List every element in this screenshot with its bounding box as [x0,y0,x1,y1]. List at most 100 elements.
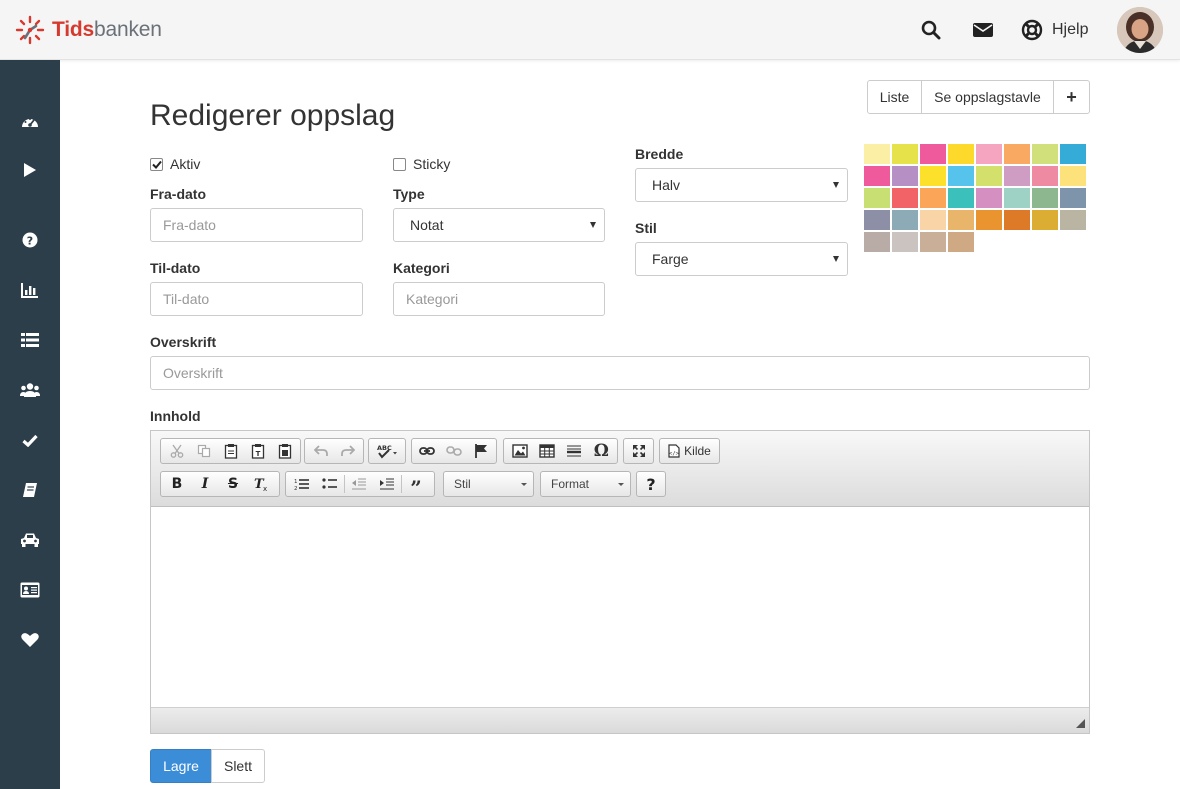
indent-icon[interactable] [373,472,401,496]
about-icon[interactable]: ? [639,472,663,496]
color-swatch[interactable] [864,232,890,252]
mail-icon[interactable] [972,19,994,41]
horizontal-rule-icon[interactable] [561,439,588,463]
color-swatch[interactable] [892,166,918,186]
editor-content-area[interactable] [151,507,1089,707]
search-icon[interactable] [920,19,942,41]
color-swatch[interactable] [920,166,946,186]
color-swatch[interactable] [1004,166,1030,186]
blockquote-icon[interactable]: ” [402,472,430,498]
color-swatch[interactable] [976,210,1002,230]
color-swatch[interactable] [1060,166,1086,186]
numbered-list-icon[interactable]: 12 [288,472,316,496]
undo-icon[interactable] [307,439,334,463]
resize-handle-icon[interactable] [1076,719,1085,728]
type-select[interactable]: Notat [393,208,605,242]
color-swatch[interactable] [864,188,890,208]
user-avatar[interactable] [1117,7,1163,53]
color-swatch[interactable] [892,188,918,208]
delete-button[interactable]: Slett [211,749,265,783]
color-swatch[interactable] [1032,188,1058,208]
color-swatch[interactable] [864,144,890,164]
color-swatch[interactable] [1004,188,1030,208]
color-swatch[interactable] [1060,144,1086,164]
from-date-input[interactable] [150,208,363,242]
unlink-icon[interactable] [441,439,468,463]
sidebar-item-reports[interactable] [0,273,60,307]
save-button[interactable]: Lagre [150,749,212,783]
spellcheck-icon[interactable]: ABC [371,439,403,463]
paste-text-icon[interactable]: T [244,439,271,463]
link-icon[interactable] [414,439,441,463]
color-swatch[interactable] [948,232,974,252]
color-swatch[interactable] [948,210,974,230]
italic-icon[interactable]: I [191,472,219,496]
color-swatch[interactable] [976,166,1002,186]
sidebar-item-favorites[interactable] [0,623,60,657]
paste-icon[interactable] [217,439,244,463]
sidebar-item-dashboard[interactable] [0,105,60,139]
format-combo[interactable]: Format [540,471,631,497]
color-swatch[interactable] [864,210,890,230]
color-swatch[interactable] [1032,166,1058,186]
active-checkbox-box[interactable] [150,157,163,171]
color-swatch[interactable] [1004,210,1030,230]
copy-icon[interactable] [190,439,217,463]
color-swatch[interactable] [920,232,946,252]
style-select[interactable]: Farge [635,242,848,276]
table-icon[interactable] [533,439,560,463]
color-swatch[interactable] [864,166,890,186]
color-swatch[interactable] [892,210,918,230]
color-swatch[interactable] [976,144,1002,164]
to-date-input[interactable] [150,282,363,316]
color-swatch[interactable] [892,232,918,252]
sidebar-item-users[interactable] [0,373,60,407]
style-combo[interactable]: Stil [443,471,534,497]
special-char-icon[interactable]: Ω [588,439,615,463]
sticky-checkbox[interactable]: Sticky [393,156,450,172]
sidebar-item-start[interactable] [0,153,60,187]
color-swatch[interactable] [1060,188,1086,208]
cut-icon[interactable] [163,439,190,463]
active-checkbox[interactable]: Aktiv [150,156,200,172]
paste-word-icon[interactable] [271,439,298,463]
color-swatch[interactable] [920,188,946,208]
sidebar-item-profile[interactable] [0,573,60,607]
color-swatch[interactable] [920,210,946,230]
redo-icon[interactable] [334,439,361,463]
sidebar-item-book[interactable] [0,473,60,507]
color-swatch[interactable] [976,188,1002,208]
color-swatch[interactable] [1004,144,1030,164]
image-icon[interactable] [506,439,533,463]
category-input[interactable] [393,282,605,316]
bulleted-list-icon[interactable] [316,472,344,496]
remove-format-icon[interactable]: Tx [247,472,275,496]
view-board-button[interactable]: Se oppslagstavle [921,80,1054,114]
list-button[interactable]: Liste [867,80,922,114]
color-swatch[interactable] [1032,144,1058,164]
svg-text:1: 1 [294,479,298,485]
color-swatch[interactable] [1032,210,1058,230]
color-swatch[interactable] [1060,210,1086,230]
outdent-icon[interactable] [345,472,373,496]
anchor-flag-icon[interactable] [467,439,494,463]
maximize-icon[interactable] [626,439,651,463]
add-button[interactable]: + [1053,80,1090,114]
tidsbanken-logo[interactable]: Tidsbanken [14,14,162,46]
color-swatch[interactable] [892,144,918,164]
source-button[interactable]: </> Kilde [662,439,717,463]
sidebar-item-approvals[interactable] [0,423,60,457]
color-swatch[interactable] [948,188,974,208]
color-swatch[interactable] [948,166,974,186]
width-select[interactable]: Halv [635,168,848,202]
color-swatch[interactable] [948,144,974,164]
color-swatch[interactable] [920,144,946,164]
sidebar-item-help[interactable]: ? [0,223,60,257]
sidebar-item-list[interactable] [0,323,60,357]
sticky-checkbox-box[interactable] [393,157,406,171]
bold-icon[interactable]: B [163,472,191,496]
strike-icon[interactable]: S [219,472,247,496]
sidebar-item-travel[interactable] [0,523,60,557]
help-link[interactable]: Hjelp [1021,19,1088,41]
heading-input[interactable] [150,356,1090,390]
